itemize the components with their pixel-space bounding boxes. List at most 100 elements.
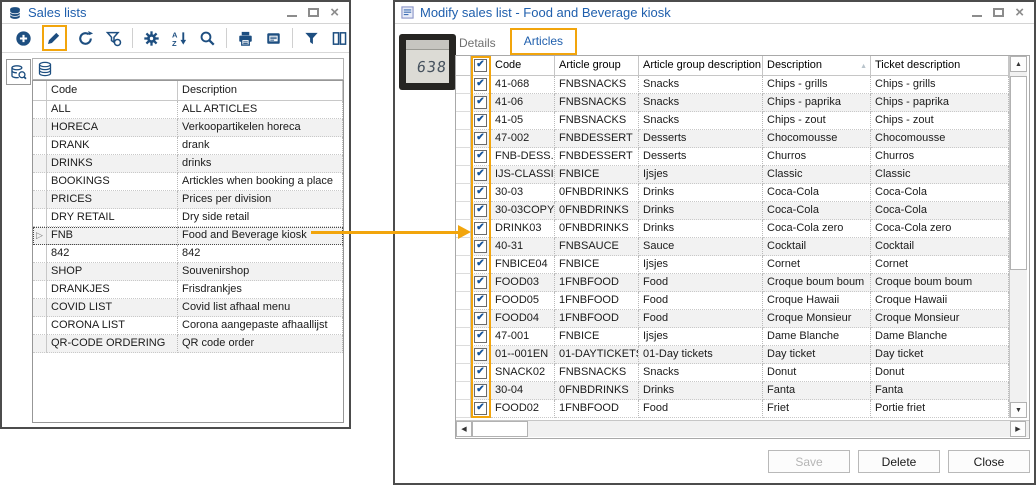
row-checkbox-cell[interactable] <box>471 130 491 148</box>
table-row[interactable]: COVID LIST Covid list afhaal menu <box>33 299 343 317</box>
database-search-button[interactable] <box>6 59 31 85</box>
row-checkbox-cell[interactable] <box>471 94 491 112</box>
minimize-button[interactable] <box>287 15 297 17</box>
row-checkbox[interactable] <box>474 402 487 415</box>
close-button[interactable]: × <box>1015 7 1024 19</box>
tab-articles-highlighted[interactable]: Articles <box>510 28 577 55</box>
group-by-panel[interactable] <box>32 58 344 80</box>
close-window-button[interactable]: Close <box>948 450 1030 473</box>
row-checkbox-cell[interactable] <box>471 112 491 130</box>
table-row[interactable]: DRINK03 0FNBDRINKS Drinks Coca-Cola zero… <box>456 220 1009 238</box>
table-row[interactable]: FNB-DESS... FNBDESSERT Desserts Churros … <box>456 148 1009 166</box>
row-checkbox[interactable] <box>474 222 487 235</box>
row-checkbox[interactable] <box>474 168 487 181</box>
row-checkbox-cell[interactable] <box>471 292 491 310</box>
row-checkbox-cell[interactable] <box>471 76 491 94</box>
table-row[interactable]: 30-04 0FNBDRINKS Drinks Fanta Fanta <box>456 382 1009 400</box>
table-row[interactable]: FOOD03 1FNBFOOD Food Croque boum boum Cr… <box>456 274 1009 292</box>
table-row[interactable]: QR-CODE ORDERING QR code order <box>33 335 343 353</box>
row-checkbox-cell[interactable] <box>471 382 491 400</box>
table-row[interactable]: HORECA Verkoopartikelen horeca <box>33 119 343 137</box>
sort-az-button[interactable]: A Z <box>170 28 189 48</box>
table-row[interactable]: FOOD05 1FNBFOOD Food Croque Hawaii Croqu… <box>456 292 1009 310</box>
vertical-scrollbar-thumb[interactable] <box>1010 76 1027 270</box>
close-button[interactable]: × <box>330 7 339 19</box>
tab-details[interactable]: Details <box>449 32 506 55</box>
table-row[interactable]: ALL ALL ARTICLES <box>33 101 343 119</box>
row-checkbox[interactable] <box>474 240 487 253</box>
table-row[interactable]: 47-001 FNBICE Ijsjes Dame Blanche Dame B… <box>456 328 1009 346</box>
print-export-button[interactable] <box>264 28 283 48</box>
row-checkbox[interactable] <box>474 330 487 343</box>
column-header-ticket-description[interactable]: Ticket description <box>871 56 1009 76</box>
table-row[interactable]: 41-05 FNBSNACKS Snacks Chips - zout Chip… <box>456 112 1009 130</box>
maximize-button[interactable] <box>993 8 1004 17</box>
row-checkbox-cell[interactable] <box>471 256 491 274</box>
row-checkbox[interactable] <box>474 150 487 163</box>
table-row[interactable]: DRANK drank <box>33 137 343 155</box>
row-checkbox[interactable] <box>474 312 487 325</box>
row-checkbox-cell[interactable] <box>471 274 491 292</box>
delete-button[interactable]: Delete <box>858 450 940 473</box>
search-button[interactable] <box>198 28 217 48</box>
scroll-left-button[interactable]: ◀ <box>456 421 472 437</box>
maximize-button[interactable] <box>308 8 319 17</box>
table-row[interactable]: DRY RETAIL Dry side retail <box>33 209 343 227</box>
row-checkbox[interactable] <box>474 114 487 127</box>
select-all-checkbox[interactable] <box>474 59 487 72</box>
columns-button[interactable] <box>330 28 349 48</box>
table-row[interactable]: BOOKINGS Artickles when booking a place <box>33 173 343 191</box>
row-checkbox[interactable] <box>474 204 487 217</box>
table-row[interactable]: 41-06 FNBSNACKS Snacks Chips - paprika C… <box>456 94 1009 112</box>
horizontal-scrollbar[interactable]: ◀ ▶ <box>456 420 1029 437</box>
scroll-up-button[interactable]: ▲ <box>1010 56 1027 72</box>
table-row[interactable]: IJS-CLASSIC FNBICE Ijsjes Classic Classi… <box>456 166 1009 184</box>
minimize-button[interactable] <box>972 15 982 17</box>
edit-button-highlighted[interactable] <box>42 25 67 51</box>
table-row[interactable]: DRINKS drinks <box>33 155 343 173</box>
row-checkbox[interactable] <box>474 366 487 379</box>
print-button[interactable] <box>236 28 255 48</box>
save-button[interactable]: Save <box>768 450 850 473</box>
row-checkbox-cell[interactable] <box>471 166 491 184</box>
row-checkbox-cell[interactable] <box>471 184 491 202</box>
table-row[interactable]: 842 842 <box>33 245 343 263</box>
table-row[interactable]: SNACK02 FNBSNACKS Snacks Donut Donut <box>456 364 1009 382</box>
table-row[interactable]: 30-03 0FNBDRINKS Drinks Coca-Cola Coca-C… <box>456 184 1009 202</box>
table-row[interactable]: FNBICE04 FNBICE Ijsjes Cornet Cornet <box>456 256 1009 274</box>
column-header-code[interactable]: Code <box>491 56 555 76</box>
table-row[interactable]: 40-31 FNBSAUCE Sauce Cocktail Cocktail <box>456 238 1009 256</box>
horizontal-scrollbar-thumb[interactable] <box>472 421 528 437</box>
add-button[interactable] <box>14 28 33 48</box>
row-checkbox[interactable] <box>474 132 487 145</box>
table-row[interactable]: PRICES Prices per division <box>33 191 343 209</box>
row-checkbox[interactable] <box>474 384 487 397</box>
table-row[interactable]: FOOD02 1FNBFOOD Food Friet Portie friet <box>456 400 1009 418</box>
row-checkbox-cell[interactable] <box>471 364 491 382</box>
table-row[interactable]: 01--001EN 01-DAYTICKETS 01-Day tickets D… <box>456 346 1009 364</box>
column-header-code[interactable]: Code <box>47 81 178 101</box>
table-row[interactable]: SHOP Souvenirshop <box>33 263 343 281</box>
table-row[interactable]: 30-03COPY 0FNBDRINKS Drinks Coca-Cola Co… <box>456 202 1009 220</box>
column-header-description[interactable]: Description▲ <box>763 56 871 76</box>
row-checkbox[interactable] <box>474 78 487 91</box>
table-row[interactable]: CORONA LIST Corona aangepaste afhaallijs… <box>33 317 343 335</box>
column-header-article-group-description[interactable]: Article group description <box>639 56 763 76</box>
select-all-checkbox-cell[interactable] <box>471 56 491 76</box>
vertical-scrollbar[interactable]: ▲ ▼ <box>1009 56 1027 418</box>
column-header-description[interactable]: Description <box>178 81 343 101</box>
row-checkbox[interactable] <box>474 276 487 289</box>
row-checkbox[interactable] <box>474 294 487 307</box>
filter-clear-button[interactable] <box>104 28 123 48</box>
row-checkbox-cell[interactable] <box>471 400 491 418</box>
row-checkbox-cell[interactable] <box>471 148 491 166</box>
table-row[interactable]: 41-068 FNBSNACKS Snacks Chips - grills C… <box>456 76 1009 94</box>
table-row[interactable]: DRANKJES Frisdrankjes <box>33 281 343 299</box>
row-checkbox[interactable] <box>474 186 487 199</box>
column-header-article-group[interactable]: Article group <box>555 56 639 76</box>
row-checkbox-cell[interactable] <box>471 202 491 220</box>
row-checkbox-cell[interactable] <box>471 346 491 364</box>
row-checkbox-cell[interactable] <box>471 310 491 328</box>
filter-button[interactable] <box>302 28 321 48</box>
row-checkbox-cell[interactable] <box>471 220 491 238</box>
